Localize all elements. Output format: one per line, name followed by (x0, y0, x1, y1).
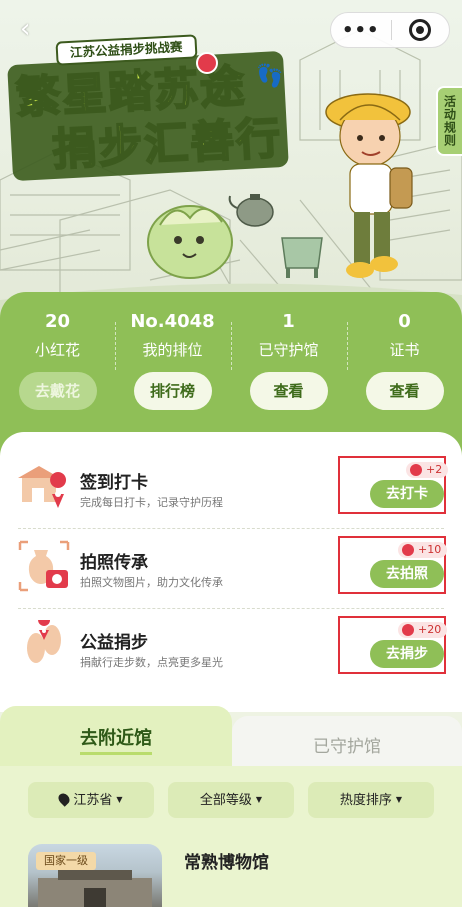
hero-banner: ‹ ••• 江苏公益捐步挑战赛 繁星踏苏途 捐步汇善行 👣 活动规则 (0, 0, 462, 330)
footprint-icon: 👣 (256, 64, 284, 89)
museum-name: 常熟博物馆 (184, 853, 269, 873)
task-photo: 拍照传承 拍照文物图片，助力文化传承 +10 去拍照 (14, 530, 448, 608)
stat-value: 20 (44, 311, 71, 332)
caret-down-icon: ▼ (255, 795, 263, 804)
mini-program-capsule: ••• (330, 12, 450, 48)
task-name: 公益捐步 (80, 633, 148, 653)
red-flower-icon (402, 624, 414, 636)
gate-location-icon (18, 466, 67, 508)
level-filter[interactable]: 全部等级 ▼ (168, 782, 294, 818)
donate-steps-button[interactable]: 去捐步 (370, 640, 444, 668)
checkin-button[interactable]: 去打卡 (370, 480, 444, 508)
flower-bonus-badge: +2 (406, 462, 449, 478)
caret-down-icon: ▼ (116, 795, 123, 804)
stat-label: 已守护馆 (258, 341, 319, 359)
stat-value: 0 (398, 311, 411, 332)
footprint-icon (27, 620, 61, 663)
rules-side-tab[interactable]: 活动规则 (436, 86, 462, 156)
vase-camera-icon (18, 540, 70, 592)
stat-label: 小红花 (34, 341, 80, 359)
rules-label: 活动规则 (442, 95, 457, 147)
task-description: 捐献行走步数，点亮更多星光 (80, 656, 223, 669)
task-name: 签到打卡 (80, 473, 148, 493)
stat-label: 我的排位 (142, 341, 203, 359)
wear-flower-button[interactable]: 去戴花 (18, 372, 97, 410)
caret-down-icon: ▼ (395, 795, 403, 804)
task-list: 签到打卡 完成每日打卡，记录守护历程 +2 去打卡 拍照传承 拍照文物图片，助力… (0, 432, 462, 712)
view-certificates-button[interactable]: 查看 (365, 372, 444, 410)
stat-guarded-museums: 1 已守护馆 查看 (231, 310, 346, 410)
stat-ranking: No.4048 我的排位 排行榜 (115, 310, 230, 410)
province-filter[interactable]: 江苏省 ▼ (28, 782, 154, 818)
flower-bonus-badge: +20 (398, 622, 448, 638)
stat-certificates: 0 证书 查看 (347, 310, 462, 410)
leaderboard-button[interactable]: 排行榜 (133, 372, 212, 410)
task-description: 拍照文物图片，助力文化传承 (80, 576, 223, 589)
task-divider (18, 608, 444, 609)
task-divider (18, 528, 444, 529)
tab-label: 已守护馆 (313, 737, 381, 757)
more-dots-icon[interactable]: ••• (331, 20, 391, 41)
task-donate-steps: 公益捐步 捐献行走步数，点亮更多星光 +20 去捐步 (14, 610, 448, 688)
red-flower-icon (196, 52, 218, 74)
stat-red-flowers: 20 小红花 去戴花 (0, 310, 115, 410)
stat-value: No.4048 (130, 311, 215, 332)
red-flower-icon (410, 464, 422, 476)
museum-card[interactable]: 国家一级 常熟博物馆 (0, 842, 462, 907)
tab-guarded-museums[interactable]: 已守护馆 (232, 716, 462, 772)
back-chevron-icon[interactable]: ‹ (20, 16, 48, 44)
task-name: 拍照传承 (80, 553, 148, 573)
tab-label: 去附近馆 (80, 724, 152, 755)
task-checkin: 签到打卡 完成每日打卡，记录守护历程 +2 去打卡 (14, 450, 449, 528)
stat-label: 证书 (389, 341, 420, 359)
view-guarded-button[interactable]: 查看 (249, 372, 328, 410)
tab-nearby-museums[interactable]: 去附近馆 (0, 706, 232, 770)
museum-level-badge: 国家一级 (36, 852, 96, 870)
red-flower-icon (402, 544, 414, 556)
task-description: 完成每日打卡，记录守护历程 (80, 496, 223, 509)
title-line-2: 捐步汇善行 (50, 112, 284, 177)
photo-button[interactable]: 去拍照 (370, 560, 444, 588)
jade-cabbage-mascot (147, 205, 233, 279)
boy-character (325, 93, 413, 278)
target-close-icon[interactable] (391, 19, 449, 41)
stat-value: 1 (282, 311, 295, 332)
flower-bonus-badge: +10 (398, 542, 448, 558)
location-pin-icon (56, 791, 73, 807)
sort-filter[interactable]: 热度排序 ▼ (308, 782, 434, 818)
